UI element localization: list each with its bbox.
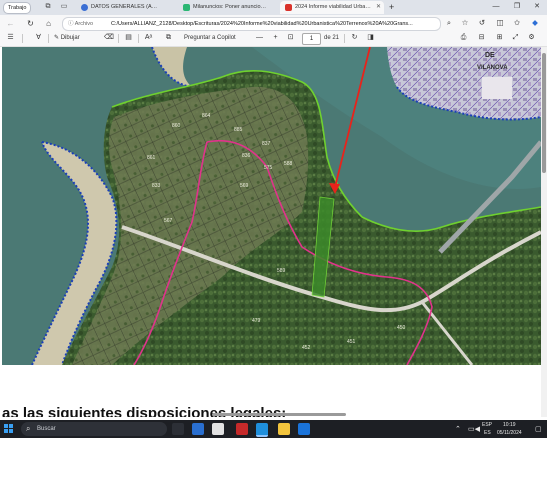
pdf-app-icon[interactable] <box>236 423 248 435</box>
pdf-viewer[interactable]: DE VILANOVA 885 864 861 860 837 836 833 … <box>0 47 547 417</box>
highlight-icon[interactable]: ∀ <box>34 33 43 43</box>
tab-title: Milanuncios: Poner anuncios gratis <box>193 4 267 10</box>
refresh-ext-icon[interactable]: ↺ <box>477 18 487 28</box>
volume-network-icon[interactable]: ▭◀ <box>468 425 480 433</box>
parcel-label: 861 <box>147 155 156 161</box>
ask-copilot-button[interactable]: Preguntar a Copilot <box>184 33 236 43</box>
parcel-label: 860 <box>172 123 181 129</box>
fit-page-icon[interactable]: ⊡ <box>286 33 295 43</box>
contents-icon[interactable]: ☰ <box>6 33 15 43</box>
favorite-star-icon[interactable]: ☆ <box>460 18 470 28</box>
empty-area <box>0 438 547 480</box>
pdf-toolbar: ☰ ∀ ✎ Dibujar ⌫ ▤ Aᵃ ⧉ Preguntar a Copil… <box>0 31 547 47</box>
notification-bell-icon[interactable]: ▢ <box>535 425 542 433</box>
vertical-scrollbar[interactable] <box>541 47 547 417</box>
back-arrow-icon[interactable]: ← <box>6 19 15 28</box>
favorites-icon[interactable]: ✩ <box>512 18 522 28</box>
map-label-vilanova: VILANOVA <box>477 65 508 71</box>
maximize-button[interactable]: ❐ <box>507 1 527 13</box>
parcel-label: 833 <box>152 183 161 189</box>
url-text[interactable]: C:/Users/ALLIANZ_2128/Desktop/Escrituras… <box>111 18 436 30</box>
address-bar[interactable]: ⓘ Archivo C:/Users/ALLIANZ_2128/Desktop/… <box>62 17 441 31</box>
settings-gear-icon[interactable]: ⚙ <box>527 33 536 43</box>
parcel-label: 575 <box>264 165 273 171</box>
zoom-out-button[interactable]: — <box>255 33 264 43</box>
parcel-label: 479 <box>252 318 261 324</box>
parcel-label: 864 <box>202 113 211 119</box>
parcel-label: 567 <box>164 218 173 224</box>
tab-title: 2024 Informe viabilidad Urbanisti <box>295 4 372 10</box>
tab-favicon <box>183 4 190 11</box>
store-app-icon[interactable] <box>298 423 310 435</box>
workspace-button[interactable]: Trabajo <box>3 2 32 14</box>
parcel-label: 450 <box>397 325 406 331</box>
reload-icon[interactable]: ↻ <box>26 19 35 28</box>
parcel-label: 451 <box>347 339 356 345</box>
parcel-label: 837 <box>262 141 271 147</box>
parcel-label: 885 <box>234 127 243 133</box>
clock-time[interactable]: 10:19 <box>503 422 516 428</box>
pdf-favicon <box>285 4 292 11</box>
file-info-label[interactable]: ⓘ Archivo <box>68 18 93 30</box>
aerial-map-image: DE VILANOVA 885 864 861 860 837 836 833 … <box>2 47 541 365</box>
collections-icon[interactable]: ⧉ <box>44 3 52 11</box>
tray-overflow-icon[interactable]: ⌃ <box>455 425 461 433</box>
tab-datos-generales[interactable]: DATOS GENERALES (AZR) <box>76 1 172 14</box>
split-screen-icon[interactable]: ◫ <box>495 18 505 28</box>
rotate-icon[interactable]: ↻ <box>350 33 359 43</box>
task-view-icon[interactable] <box>172 423 184 435</box>
zoom-icon[interactable]: ⌕ <box>444 18 454 28</box>
tab-favicon <box>81 4 88 11</box>
parcel-label: 569 <box>240 183 249 189</box>
windows-taskbar: ⌕ Buscar ⌃ ▭◀ ESP ES 10:19 05/11/2024 ▢ <box>0 420 547 438</box>
tab-informe-viabilidad[interactable]: 2024 Informe viabilidad Urbanisti ✕ <box>280 1 384 14</box>
minimize-button[interactable]: — <box>486 1 506 13</box>
file-explorer-icon[interactable] <box>278 423 290 435</box>
parcel-label: 836 <box>242 153 251 159</box>
aerial-map-svg: DE VILANOVA 885 864 861 860 837 836 833 … <box>2 47 541 365</box>
home-icon[interactable]: ⌂ <box>44 19 53 28</box>
parcel-label: 452 <box>302 345 311 351</box>
search-placeholder: Buscar <box>37 426 56 432</box>
draw-button[interactable]: ✎ Dibujar <box>54 33 80 43</box>
copilot-icon[interactable]: ◆ <box>530 18 540 28</box>
new-tab-button[interactable]: + <box>389 1 394 13</box>
tab-title: DATOS GENERALES (AZR) <box>91 4 160 10</box>
two-page-icon[interactable]: ◨ <box>366 33 375 43</box>
view-icon[interactable]: ▤ <box>124 33 133 43</box>
draw-label: Dibujar <box>60 35 80 41</box>
eraser-icon[interactable]: ⌫ <box>104 33 114 43</box>
fullscreen-icon[interactable]: ⤢ <box>511 33 520 43</box>
close-tab-icon[interactable]: ✕ <box>376 1 381 14</box>
tab-actions-icon[interactable]: ▭ <box>60 3 68 11</box>
parcel-label: 588 <box>284 161 293 167</box>
tab-milanuncios[interactable]: Milanuncios: Poner anuncios gratis <box>178 1 279 14</box>
page-total: de 21 <box>324 35 340 41</box>
tab-strip: Trabajo ⧉ ▭ DATOS GENERALES (AZR) Milanu… <box>0 0 547 15</box>
edge-browser-icon[interactable] <box>256 423 268 437</box>
language-sub: ES <box>484 430 491 436</box>
translate-icon[interactable]: ⧉ <box>164 33 173 43</box>
save-as-icon[interactable]: ⊞ <box>495 33 504 43</box>
search-icon: ⌕ <box>26 424 31 433</box>
vertical-scroll-thumb[interactable] <box>542 53 546 173</box>
zoom-in-button[interactable]: + <box>271 33 280 43</box>
address-toolbar: ← ↻ ⌂ ⓘ Archivo C:/Users/ALLIANZ_2128/De… <box>0 15 547 31</box>
read-aloud-icon[interactable]: Aᵃ <box>144 33 153 43</box>
parcel-label: 589 <box>277 268 286 274</box>
print-icon[interactable]: ⎙ <box>459 33 468 43</box>
horizontal-scrollbar[interactable] <box>212 413 346 416</box>
windows-start-icon[interactable] <box>4 424 14 434</box>
save-icon[interactable]: ⊟ <box>477 33 486 43</box>
language-indicator[interactable]: ESP <box>482 422 492 428</box>
app-icon[interactable] <box>212 423 224 435</box>
taskbar-search[interactable]: ⌕ Buscar <box>21 422 167 436</box>
close-window-button[interactable]: ✕ <box>527 1 547 13</box>
draw-icon: ✎ <box>54 35 60 41</box>
map-label-de: DE <box>485 52 495 59</box>
clock-date[interactable]: 05/11/2024 <box>497 430 522 436</box>
mail-app-icon[interactable] <box>192 423 204 435</box>
page-number-input[interactable]: 1 <box>302 33 321 45</box>
